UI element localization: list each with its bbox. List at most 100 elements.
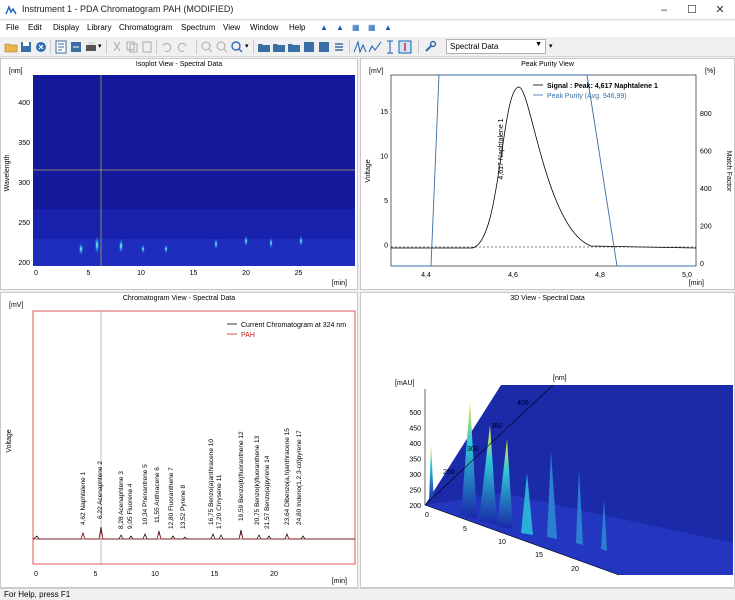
zoom-dropdown-icon[interactable]: ▾ (245, 42, 249, 50)
app-icon (5, 5, 17, 15)
zoom-icon[interactable] (230, 40, 244, 54)
toolbar-separator (50, 40, 51, 54)
purity-ytick-left: 0 (384, 243, 388, 250)
save-as-icon[interactable] (317, 40, 331, 54)
view3d-xtick: 20 (571, 566, 579, 573)
view3d-ztick: 300 (409, 472, 421, 479)
chart-icon-2[interactable]: ▲ (336, 23, 344, 32)
spectrum-icon[interactable]: ▲ (384, 23, 392, 32)
chart-icon[interactable]: ▲ (320, 23, 328, 32)
cursor-icon[interactable] (383, 40, 397, 54)
purity-xtick: 5,0 (682, 272, 692, 279)
purity-ytick-left: 10 (380, 154, 388, 161)
menu-help[interactable]: Help (289, 23, 305, 32)
view3d-ztick: 200 (409, 503, 421, 510)
purity-panel: Peak Purity View [mV] [%] Voltage Match … (360, 58, 735, 290)
purity-ytick-right: 200 (700, 224, 712, 231)
view3d-nmtick: 300 (467, 446, 479, 453)
menu-file[interactable]: File (6, 23, 19, 32)
chrom-axes[interactable] (32, 310, 356, 565)
chromatogram-panel: Chromatogram View - Spectral Data [mV] V… (0, 292, 358, 588)
baseline-icon[interactable] (368, 40, 382, 54)
chrom-peak-label: 13,52 Pyrene 8 (180, 485, 187, 529)
toolbar-separator (156, 40, 157, 54)
view3d-nmtick: 250 (443, 469, 455, 476)
zoom-in-icon[interactable] (200, 40, 214, 54)
toolbar: ▾ ▾ Spectral Data ▼ ▾ (0, 37, 735, 57)
purity-ytick-right: 800 (700, 111, 712, 118)
view3d-nmtick: 350 (491, 423, 503, 430)
save-file-icon[interactable] (302, 40, 316, 54)
isoplot-ylabel: Wavelength (4, 155, 11, 192)
isoplot-spot (78, 242, 84, 256)
chrom-peak-label: 16,75 Benzo(a)anthracene 10 (208, 439, 215, 525)
menu-chromatogram[interactable]: Chromatogram (119, 23, 172, 32)
combo-dropdown-icon[interactable]: ▾ (549, 42, 553, 50)
isoplot-yticks: 400 350 300 250 200 (18, 100, 30, 267)
marker-icon[interactable] (398, 40, 412, 54)
undo-icon[interactable] (160, 40, 174, 54)
print-dropdown-icon[interactable]: ▾ (98, 42, 102, 50)
isoplot-xtick: 25 (295, 270, 303, 277)
toolbar-separator (349, 40, 350, 54)
print-icon[interactable] (84, 40, 98, 54)
chrom-peak-label: 17,20 Chrysene 11 (216, 474, 223, 529)
purity-ytick-left: 5 (384, 198, 388, 205)
menu-window[interactable]: Window (250, 23, 278, 32)
isoplot-spot (299, 235, 303, 247)
close-button[interactable]: ✕ (706, 0, 734, 20)
data-source-value: Spectral Data (450, 42, 499, 51)
cut-icon[interactable] (110, 40, 124, 54)
legend-signal: Signal : Peak: 4,617 Naphtalene 1 (547, 83, 658, 90)
view3d-zticks: 500 450 400 350 300 250 200 (409, 410, 421, 510)
folder-icon[interactable] (287, 40, 301, 54)
menu-edit[interactable]: Edit (28, 23, 42, 32)
menu-spectrum[interactable]: Spectrum (181, 23, 215, 32)
chrom-unit-x: [min] (332, 578, 347, 585)
purity-xtick: 4,4 (421, 272, 431, 279)
maximize-button[interactable]: ☐ (678, 0, 706, 20)
chrom-peak-label: 8,28 Acenaphtene 3 (118, 471, 125, 529)
view3d-unit-nm: [nm] (553, 375, 567, 382)
close-doc-icon[interactable] (34, 40, 48, 54)
purity-xtick: 4,8 (595, 272, 605, 279)
minimize-button[interactable]: – (650, 0, 678, 20)
copy-icon[interactable] (125, 40, 139, 54)
menu-view[interactable]: View (223, 23, 240, 32)
list-icon[interactable] (332, 40, 346, 54)
purity-plot: [mV] [%] Voltage Match Factor 15 10 5 0 800… (365, 68, 732, 287)
chevron-down-icon: ▼ (535, 41, 542, 48)
report-icon[interactable]: ▦ (368, 23, 376, 32)
toolbar-separator (196, 40, 197, 54)
view3d-nmtick: 400 (517, 400, 529, 407)
report-icon[interactable] (54, 40, 68, 54)
view3d-plot[interactable]: [mAU] [nm] 500450400350300250200 4003503… (361, 293, 734, 587)
zoom-out-icon[interactable] (215, 40, 229, 54)
data-source-select[interactable]: Spectral Data ▼ (446, 39, 546, 54)
open-folder-icon[interactable] (4, 40, 18, 54)
table-icon[interactable]: ▦ (352, 23, 360, 32)
peak-icon[interactable] (353, 40, 367, 54)
export-icon[interactable] (69, 40, 83, 54)
toolbar-separator (418, 40, 419, 54)
purity-ytick-right: 600 (700, 149, 712, 156)
isoplot-ytick: 400 (18, 100, 30, 107)
isoplot-xtick: 0 (34, 270, 38, 277)
save-icon[interactable] (19, 40, 33, 54)
view3d-ztick: 250 (409, 488, 421, 495)
chrom-xtick: 20 (270, 571, 278, 578)
menu-display[interactable]: Display (53, 23, 79, 32)
view3d-ztick: 400 (409, 441, 421, 448)
wrench-icon[interactable] (423, 40, 437, 54)
view3d-ztick: 450 (409, 426, 421, 433)
paste-icon[interactable] (140, 40, 154, 54)
isoplot-spot (164, 244, 168, 254)
purity-unit-x: [min] (689, 280, 704, 287)
menu-library[interactable]: Library (87, 23, 111, 32)
open-folder-icon-2[interactable] (272, 40, 286, 54)
open-file-icon[interactable] (257, 40, 271, 54)
isoplot-unit-x: [min] (332, 280, 347, 287)
isoplot-spot (141, 244, 145, 254)
redo-icon[interactable] (175, 40, 189, 54)
purity-axes[interactable] (390, 74, 697, 267)
